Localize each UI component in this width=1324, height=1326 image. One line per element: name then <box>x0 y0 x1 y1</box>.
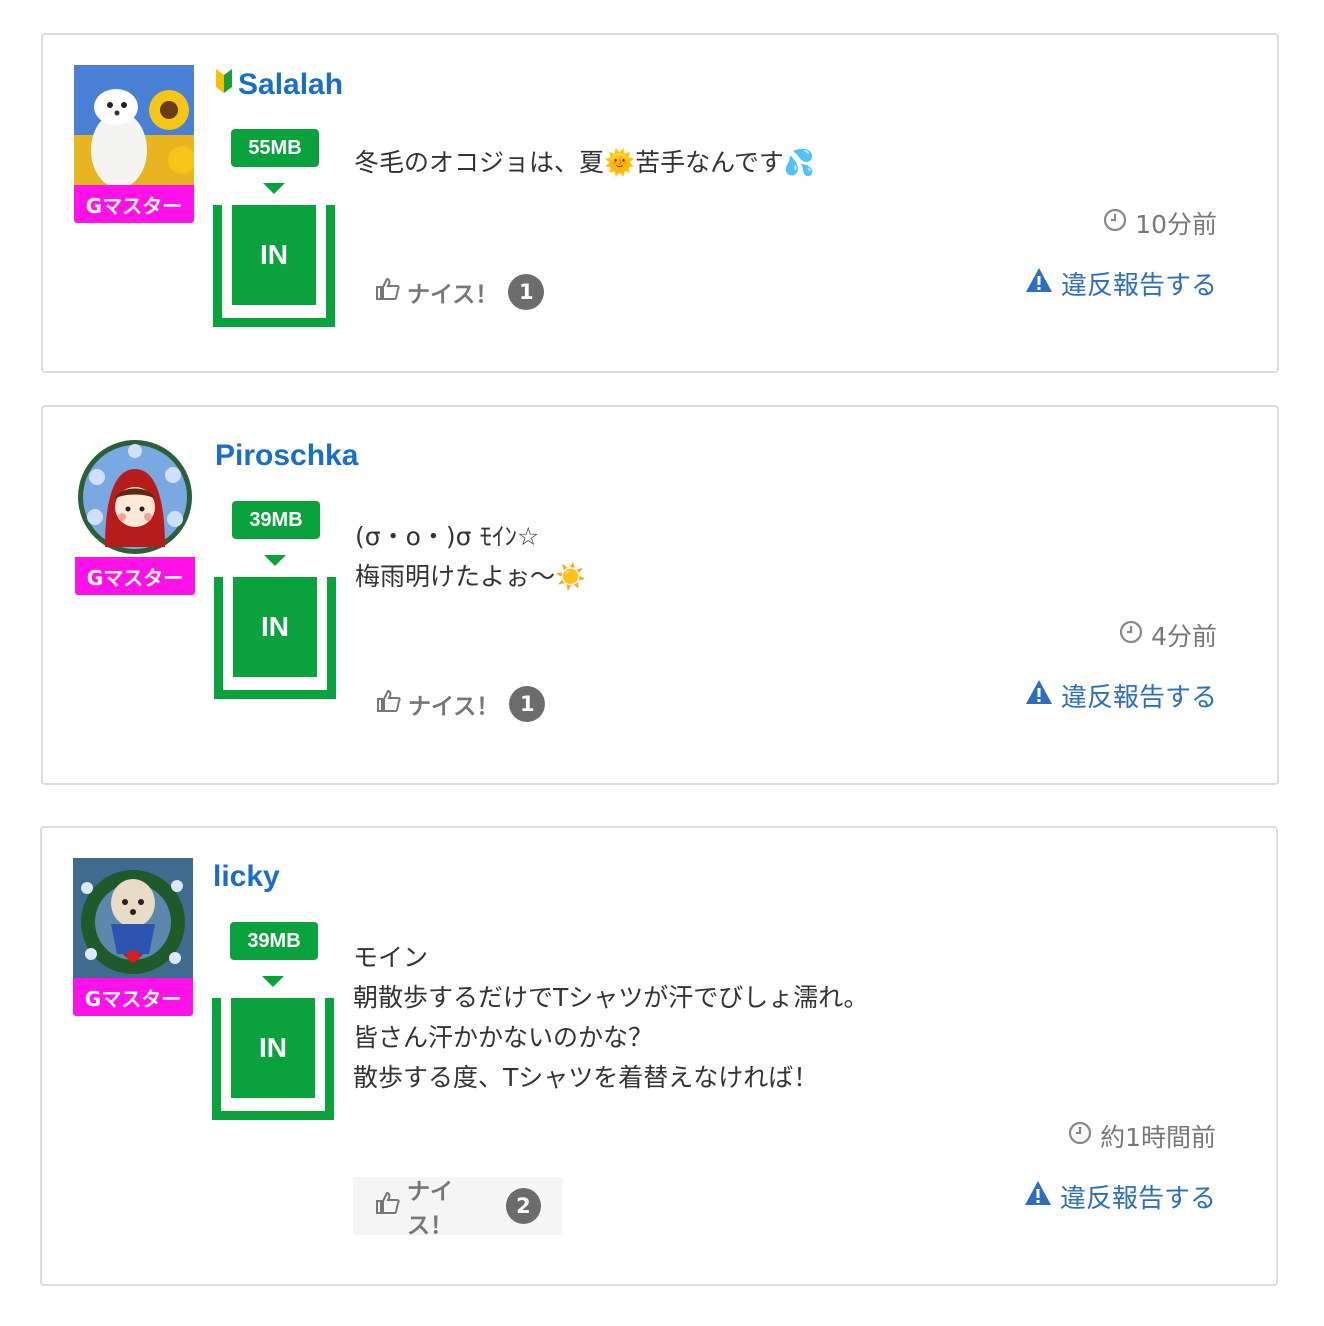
nice-button[interactable]: ナイス！ 2 <box>353 1177 563 1239</box>
username-link[interactable]: Salalah <box>214 67 343 103</box>
beginner-leaf-icon <box>214 67 234 103</box>
report-link[interactable]: 違反報告する <box>1024 1178 1216 1215</box>
report-link[interactable]: 違反報告する <box>1025 265 1217 302</box>
post-message: 冬毛のオコジョは、夏🌞苦手なんです💦 <box>354 148 816 177</box>
nice-count: 1 <box>509 686 546 722</box>
warning-icon <box>1024 1180 1052 1213</box>
storage-badge: 39MB <box>232 501 320 539</box>
thumbs-up-icon <box>375 1191 401 1221</box>
clock-icon <box>1103 208 1127 238</box>
arrow-down-icon <box>263 183 285 194</box>
storage-badge: 55MB <box>231 129 319 167</box>
in-status-box: IN <box>214 577 336 699</box>
username-text: Piroschka <box>215 439 359 472</box>
thumbs-up-icon <box>376 689 402 719</box>
nice-label: ナイス！ <box>407 282 499 308</box>
post-card: Gマスター Piroschka 39MB IN (σ・ο・)σ ﾓｲﾝ☆ 梅雨明… <box>41 405 1279 785</box>
warning-icon <box>1025 267 1053 300</box>
report-link[interactable]: 違反報告する <box>1025 677 1217 714</box>
username-link[interactable]: licky <box>213 860 280 894</box>
nice-button[interactable]: ナイス！ 1 <box>353 263 566 321</box>
avatar[interactable] <box>75 437 195 557</box>
clock-icon <box>1068 1121 1092 1151</box>
username-text: Salalah <box>238 68 344 101</box>
nice-label: ナイス！ <box>407 1179 453 1239</box>
username-text: licky <box>213 860 280 893</box>
post-time: 10分前 <box>1103 205 1217 241</box>
clock-icon <box>1119 620 1143 650</box>
report-text: 違反報告する <box>1060 271 1217 301</box>
in-label: IN <box>232 205 316 305</box>
avatar[interactable] <box>73 858 193 978</box>
avatar[interactable] <box>74 65 194 185</box>
rank-badge: Gマスター <box>75 557 195 595</box>
in-status-box: IN <box>213 205 335 327</box>
post-time: 約1時間前 <box>1068 1118 1216 1154</box>
time-text: 4分前 <box>1151 622 1217 651</box>
in-status-box: IN <box>212 998 334 1120</box>
report-text: 違反報告する <box>1059 1184 1216 1214</box>
time-text: 10分前 <box>1135 210 1217 239</box>
arrow-down-icon <box>264 555 286 566</box>
time-text: 約1時間前 <box>1100 1123 1216 1152</box>
report-text: 違反報告する <box>1060 683 1217 713</box>
in-label: IN <box>231 998 315 1098</box>
rank-badge: Gマスター <box>73 978 193 1016</box>
nice-count: 1 <box>508 274 545 310</box>
in-label: IN <box>233 577 317 677</box>
warning-icon <box>1025 679 1053 712</box>
post-time: 4分前 <box>1119 617 1217 653</box>
storage-badge: 39MB <box>230 922 318 960</box>
post-message: モイン 朝散歩するだけでTシャツが汗でびしょ濡れ。 皆さん汗かかないのかな？ 散… <box>353 943 869 1092</box>
post-card: Gマスター Salalah 55MB IN 冬毛のオコジョは、夏🌞苦手なんです💦… <box>41 33 1279 373</box>
username-link[interactable]: Piroschka <box>215 439 358 473</box>
post-card: Gマスター licky 39MB IN モイン 朝散歩するだけでTシャツが汗でび… <box>40 826 1278 1286</box>
rank-badge: Gマスター <box>74 185 194 223</box>
arrow-down-icon <box>262 976 284 987</box>
post-message: (σ・ο・)σ ﾓｲﾝ☆ 梅雨明けたよぉ〜☀️ <box>355 522 587 591</box>
nice-count: 2 <box>505 1188 541 1224</box>
nice-label: ナイス！ <box>408 694 500 720</box>
thumbs-up-icon <box>375 277 401 307</box>
nice-button[interactable]: ナイス！ 1 <box>354 675 567 733</box>
